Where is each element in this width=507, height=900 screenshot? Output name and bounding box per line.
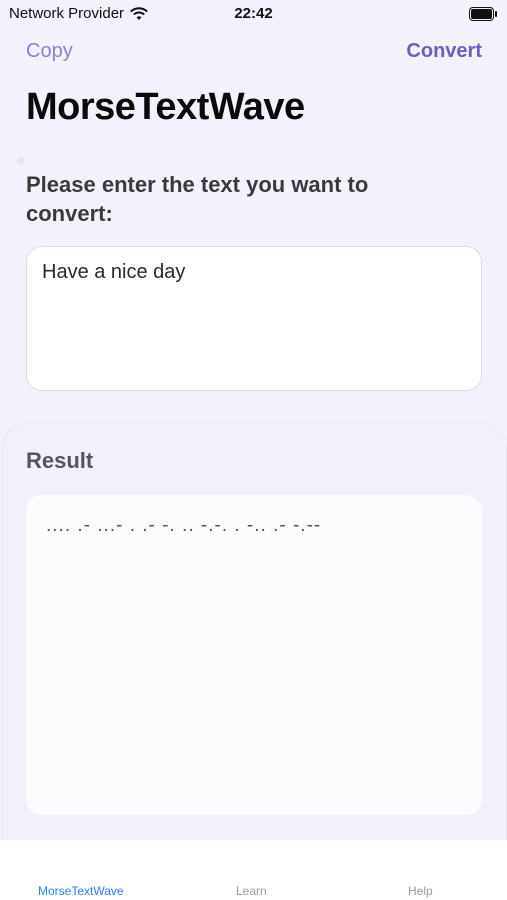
tab-bar: MorseTextWave Learn Help	[0, 840, 507, 900]
battery-icon	[469, 7, 497, 21]
page-title: MorseTextWave	[26, 86, 305, 128]
copy-button[interactable]: Copy	[26, 40, 73, 63]
result-label: Result	[26, 448, 94, 473]
tab-help[interactable]: Help	[408, 884, 433, 898]
result-output: .... .- ...- . .- -. .. -.-. . -.. .- -.…	[26, 495, 482, 815]
text-input[interactable]: Have a nice day	[26, 246, 482, 391]
status-time: 22:42	[234, 5, 273, 22]
input-prompt: Please enter the text you want to conver…	[26, 172, 369, 226]
tab-learn[interactable]: Learn	[236, 884, 267, 898]
convert-button[interactable]: Convert	[406, 40, 482, 63]
decorative-dot	[17, 157, 25, 165]
tab-morsetextwave[interactable]: MorseTextWave	[38, 884, 124, 898]
status-bar: Network Provider 22:42	[0, 0, 507, 30]
